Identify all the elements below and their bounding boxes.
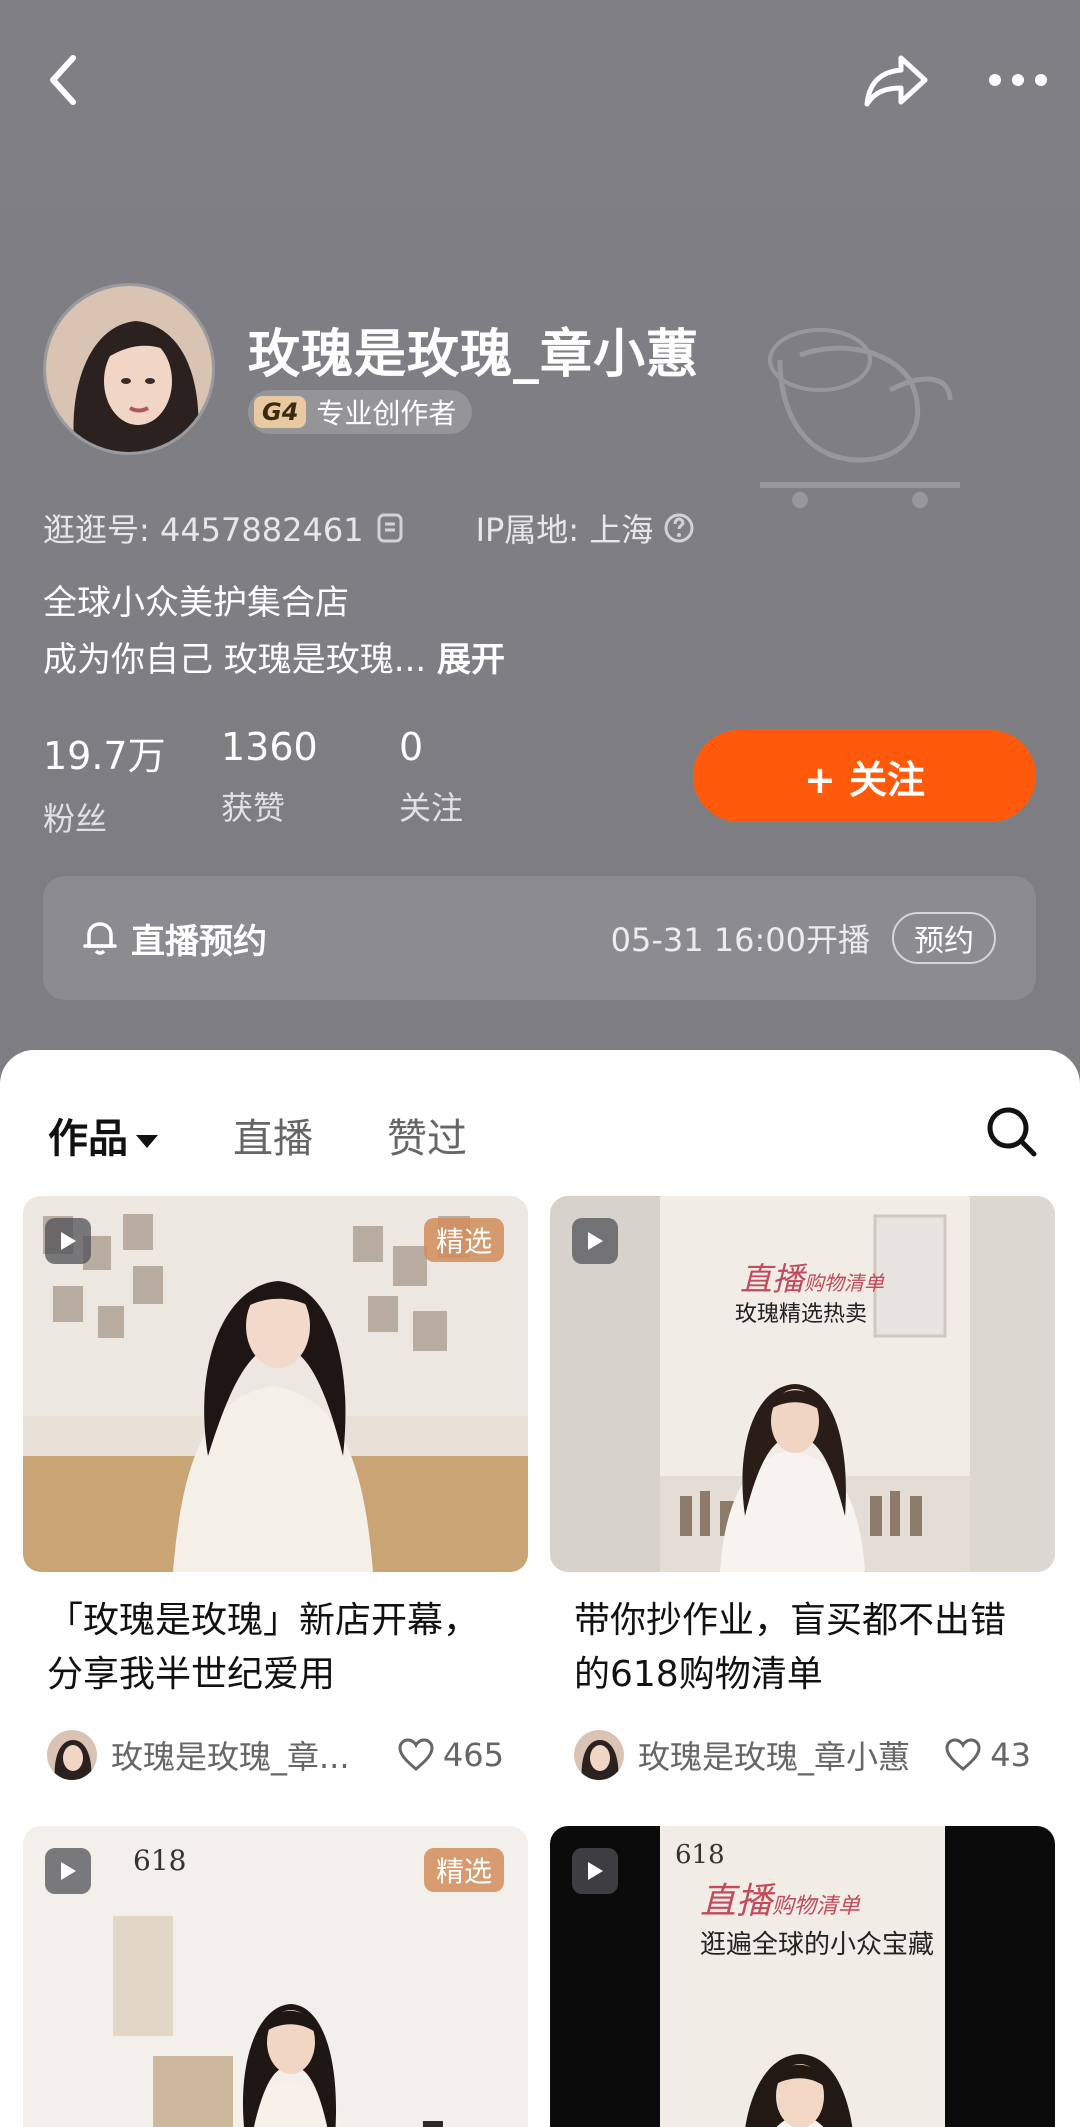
post-thumbnail[interactable]: 精选 (23, 1196, 528, 1572)
like-count[interactable]: 465 (397, 1736, 504, 1774)
heart-icon (945, 1738, 981, 1771)
thumb-subcaption: 玫瑰精选热卖 (735, 1302, 868, 1327)
copy-icon[interactable] (374, 512, 406, 544)
stat-label: 粉丝 (43, 800, 108, 838)
thumb-subcaption: 逛遍全球的小众宝藏 (700, 1930, 935, 1960)
search-icon[interactable] (984, 1104, 1038, 1158)
ip-location: IP属地: 上海 (475, 511, 654, 549)
live-reservation-card[interactable]: 直播预约 05-31 16:00开播 预约 (43, 876, 1036, 1000)
stat-number: 1360 (221, 725, 318, 769)
content-panel: 作品 直播 赞过 精选 「玫瑰是玫瑰」新店开幕，分享我半世纪爱用 玫瑰是玫瑰_章… (0, 1050, 1080, 2127)
stat-likes[interactable]: 1360 获赞 (221, 725, 399, 840)
bio-text: 成为你自己 玫瑰是玫瑰... (43, 640, 427, 680)
like-number: 43 (990, 1736, 1031, 1774)
top-bar (0, 0, 1080, 170)
tab-bar: 作品 直播 赞过 (0, 1050, 1080, 1200)
badge-level: G4 (254, 396, 307, 428)
mascot-illustration (740, 300, 970, 510)
stat-label: 关注 (399, 789, 464, 827)
caret-down-icon (136, 1134, 158, 1148)
post-thumbnail[interactable]: 618 直播购物清单 逛遍全球的小众宝藏 (550, 1826, 1055, 2127)
post-footer: 玫瑰是玫瑰_章... 465 (47, 1730, 504, 1780)
stat-label: 获赞 (221, 789, 286, 827)
thumb-caption-big: 直播 (700, 1881, 773, 1922)
bio-line-2: 成为你自己 玫瑰是玫瑰... 展开 (43, 632, 505, 681)
thumb-caption-small: 购物清单 (804, 1271, 885, 1295)
author-avatar (47, 1730, 97, 1780)
follow-button[interactable]: + 关注 (693, 730, 1036, 822)
featured-tag: 精选 (423, 1848, 504, 1892)
play-icon (45, 1848, 91, 1894)
stat-following[interactable]: 0 关注 (399, 725, 577, 840)
profile-name: 玫瑰是玫瑰_章小蕙 (248, 325, 700, 385)
like-number: 465 (442, 1736, 504, 1774)
thumb-caption-small: 购物清单 (772, 1894, 861, 1919)
post-footer: 玫瑰是玫瑰_章小蕙 43 (574, 1730, 1031, 1780)
post-thumbnail[interactable]: 618 精选 (23, 1826, 528, 2127)
featured-tag: 精选 (423, 1218, 504, 1262)
like-count[interactable]: 43 (944, 1736, 1031, 1774)
author-name: 玫瑰是玫瑰_章... (111, 1738, 350, 1776)
post-card[interactable]: 618 精选 (23, 1826, 528, 2127)
heart-icon (398, 1738, 434, 1771)
live-title: 直播预约 (131, 921, 267, 962)
play-icon (572, 1218, 618, 1264)
tab-liked[interactable]: 赞过 (387, 1106, 467, 1164)
thumb-brand: 618 (133, 1844, 187, 1877)
post-title: 「玫瑰是玫瑰」新店开幕，分享我半世纪爱用 (47, 1600, 480, 1695)
play-icon (572, 1848, 618, 1894)
post-title: 带你抄作业，盲买都不出错的618购物清单 (574, 1600, 1007, 1695)
post-card[interactable]: 直播购物清单 玫瑰精选热卖 带你抄作业，盲买都不出错的618购物清单 玫瑰是玫瑰… (550, 1196, 1055, 1780)
stat-fans[interactable]: 19.7万 粉丝 (43, 725, 221, 840)
bell-icon (83, 922, 117, 955)
author-avatar (574, 1730, 624, 1780)
tab-works[interactable]: 作品 (48, 1106, 158, 1164)
post-thumbnail[interactable]: 直播购物清单 玫瑰精选热卖 (550, 1196, 1055, 1572)
reserve-button[interactable]: 预约 (892, 912, 996, 964)
profile-header: 玫瑰是玫瑰_章小蕙 G4 专业创作者 逛逛号: 4457882461 IP属地:… (0, 0, 1080, 1080)
post-card[interactable]: 精选 「玫瑰是玫瑰」新店开幕，分享我半世纪爱用 玫瑰是玫瑰_章... 465 (23, 1196, 528, 1780)
expand-button[interactable]: 展开 (437, 640, 505, 680)
thumb-caption-big: 直播 (740, 1260, 805, 1298)
back-icon[interactable] (22, 40, 102, 120)
share-icon[interactable] (857, 40, 937, 120)
post-card[interactable]: 618 直播购物清单 逛遍全球的小众宝藏 (550, 1826, 1055, 2127)
creator-badge[interactable]: G4 专业创作者 (248, 390, 473, 434)
stat-number: 0 (399, 725, 424, 769)
badge-text: 专业创作者 (316, 397, 457, 430)
play-icon (45, 1218, 91, 1264)
account-id: 逛逛号: 4457882461 (43, 511, 364, 549)
thumb-caption: 直播购物清单 (700, 1872, 860, 1924)
tab-live[interactable]: 直播 (233, 1106, 313, 1164)
help-icon[interactable] (663, 512, 695, 544)
avatar[interactable] (43, 283, 215, 455)
thumb-brand: 618 (675, 1840, 725, 1870)
bio-line-1: 全球小众美护集合店 (43, 583, 349, 623)
stat-number: 19.7万 (43, 734, 166, 778)
live-time: 05-31 16:00开播 (610, 921, 870, 959)
author-name: 玫瑰是玫瑰_章小蕙 (638, 1738, 911, 1776)
more-icon[interactable] (978, 40, 1058, 120)
tab-label: 作品 (48, 1116, 128, 1162)
thumb-caption: 直播购物清单 (740, 1254, 884, 1300)
stats-row: 19.7万 粉丝 1360 获赞 0 关注 (43, 725, 577, 840)
meta-row: 逛逛号: 4457882461 IP属地: 上海 (43, 505, 695, 551)
